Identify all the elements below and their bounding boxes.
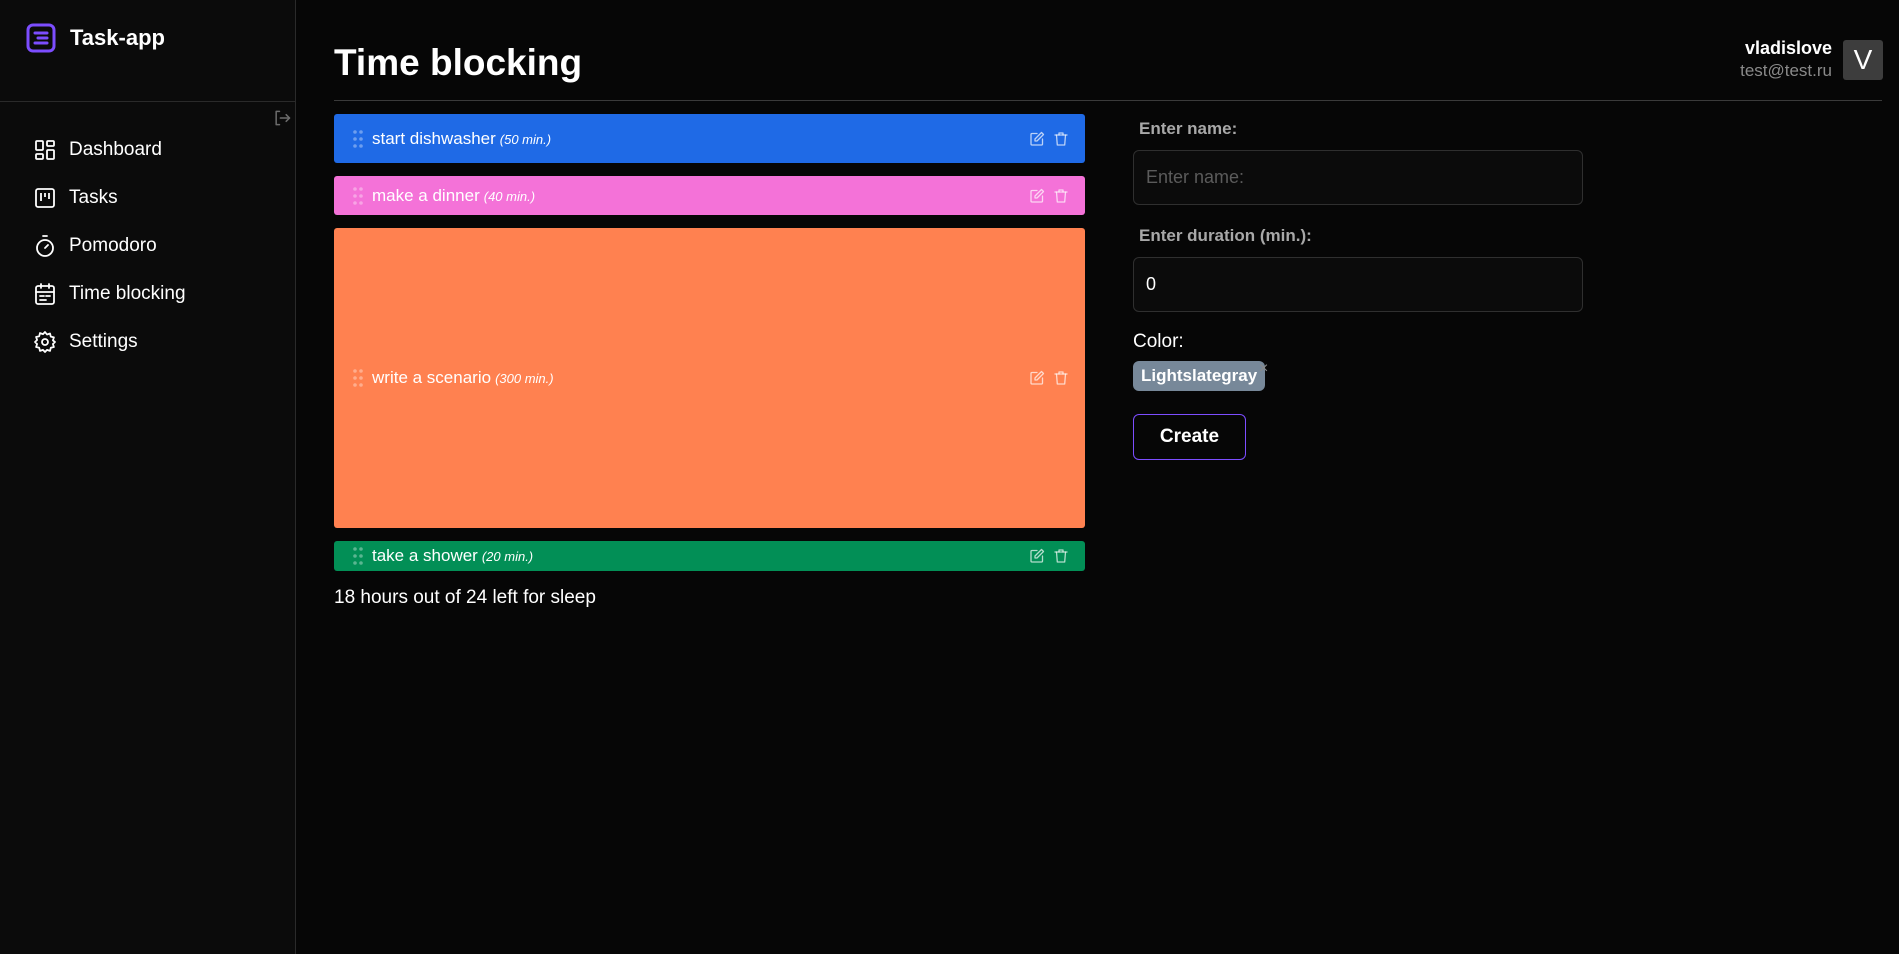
drag-handle-icon[interactable] [351,546,365,566]
logout-icon[interactable] [271,108,293,128]
sidebar-item-time-blocking[interactable]: Time blocking [33,270,186,318]
time-block-name: write a scenario [372,368,492,387]
user-info: vladislove test@test.ru [1740,38,1832,81]
kanban-icon [35,188,55,208]
drag-handle-icon[interactable] [351,129,365,149]
sidebar-item-label: Pomodoro [69,235,157,256]
user-name: vladislove [1744,38,1832,58]
name-label: Enter name: [1139,119,1238,138]
sidebar-item-settings[interactable]: Settings [33,318,186,366]
trash-icon[interactable] [1053,131,1069,147]
time-block-name: start dishwasher [372,128,496,148]
duration-input[interactable] [1133,257,1583,312]
time-block-actions [1029,548,1069,564]
time-block[interactable]: start dishwasher (50 min.) [334,114,1085,163]
trash-icon[interactable] [1053,370,1069,386]
time-block[interactable]: write a scenario (300 min.) [334,228,1085,528]
time-block-duration: (40 min.) [483,188,536,204]
drag-handle-icon[interactable] [351,186,365,206]
trash-icon[interactable] [1053,548,1069,564]
sidebar-item-tasks[interactable]: Tasks [33,174,186,222]
sleep-summary: 18 hours out of 24 left for sleep [334,587,596,608]
drag-handle-icon[interactable] [351,368,365,388]
color-select-value[interactable]: Lightslategray [1133,361,1266,391]
sidebar-item-pomodoro[interactable]: Pomodoro [33,222,186,270]
logo-icon [26,23,56,53]
edit-icon[interactable] [1029,188,1045,204]
time-block[interactable]: take a shower (20 min.) [334,541,1085,571]
time-block-label: start dishwasher (50 min.) [372,129,551,149]
app-name: Task-app [70,25,165,50]
user-email: test@test.ru [1740,61,1832,80]
time-block-actions [1029,370,1069,386]
sidebar: Task-app Dashboard Tasks Pomodoro Time b… [0,0,296,954]
sidebar-item-label: Tasks [69,187,118,208]
edit-icon[interactable] [1029,548,1045,564]
color-label: Color: [1133,331,1184,352]
sidebar-item-label: Dashboard [69,139,162,160]
trash-icon[interactable] [1053,188,1069,204]
time-block-actions [1029,131,1069,147]
gear-icon [34,331,56,353]
time-block-duration: (20 min.) [481,549,534,564]
timer-icon [36,235,54,257]
time-block-label: make a dinner (40 min.) [372,186,535,206]
header-divider [334,100,1882,101]
app-logo[interactable]: Task-app [25,22,165,54]
time-block-name: make a dinner [372,185,480,205]
time-block-label: write a scenario (300 min.) [372,368,554,388]
duration-label: Enter duration (min.): [1139,226,1312,245]
create-button[interactable]: Create [1133,414,1246,460]
sidebar-item-label: Settings [69,331,138,352]
time-block-duration: (300 min.) [495,371,554,386]
time-block-duration: (50 min.) [499,131,552,147]
page-title: Time blocking [334,42,583,83]
avatar[interactable]: V [1843,40,1883,80]
name-input[interactable] [1133,150,1583,205]
edit-icon[interactable] [1029,131,1045,147]
sidebar-nav: Dashboard Tasks Pomodoro Time blocking S… [33,126,186,366]
edit-icon[interactable] [1029,370,1045,386]
sidebar-item-dashboard[interactable]: Dashboard [33,126,186,174]
time-block[interactable]: make a dinner (40 min.) [334,176,1085,215]
calendar-icon [35,283,55,305]
time-block-actions [1029,188,1069,204]
time-block-label: take a shower (20 min.) [372,546,533,566]
clear-color-icon[interactable]: × [1259,360,1268,378]
time-block-name: take a shower [372,546,478,565]
sidebar-divider [0,101,296,102]
sidebar-item-label: Time blocking [69,283,186,304]
dashboard-icon [35,140,55,160]
